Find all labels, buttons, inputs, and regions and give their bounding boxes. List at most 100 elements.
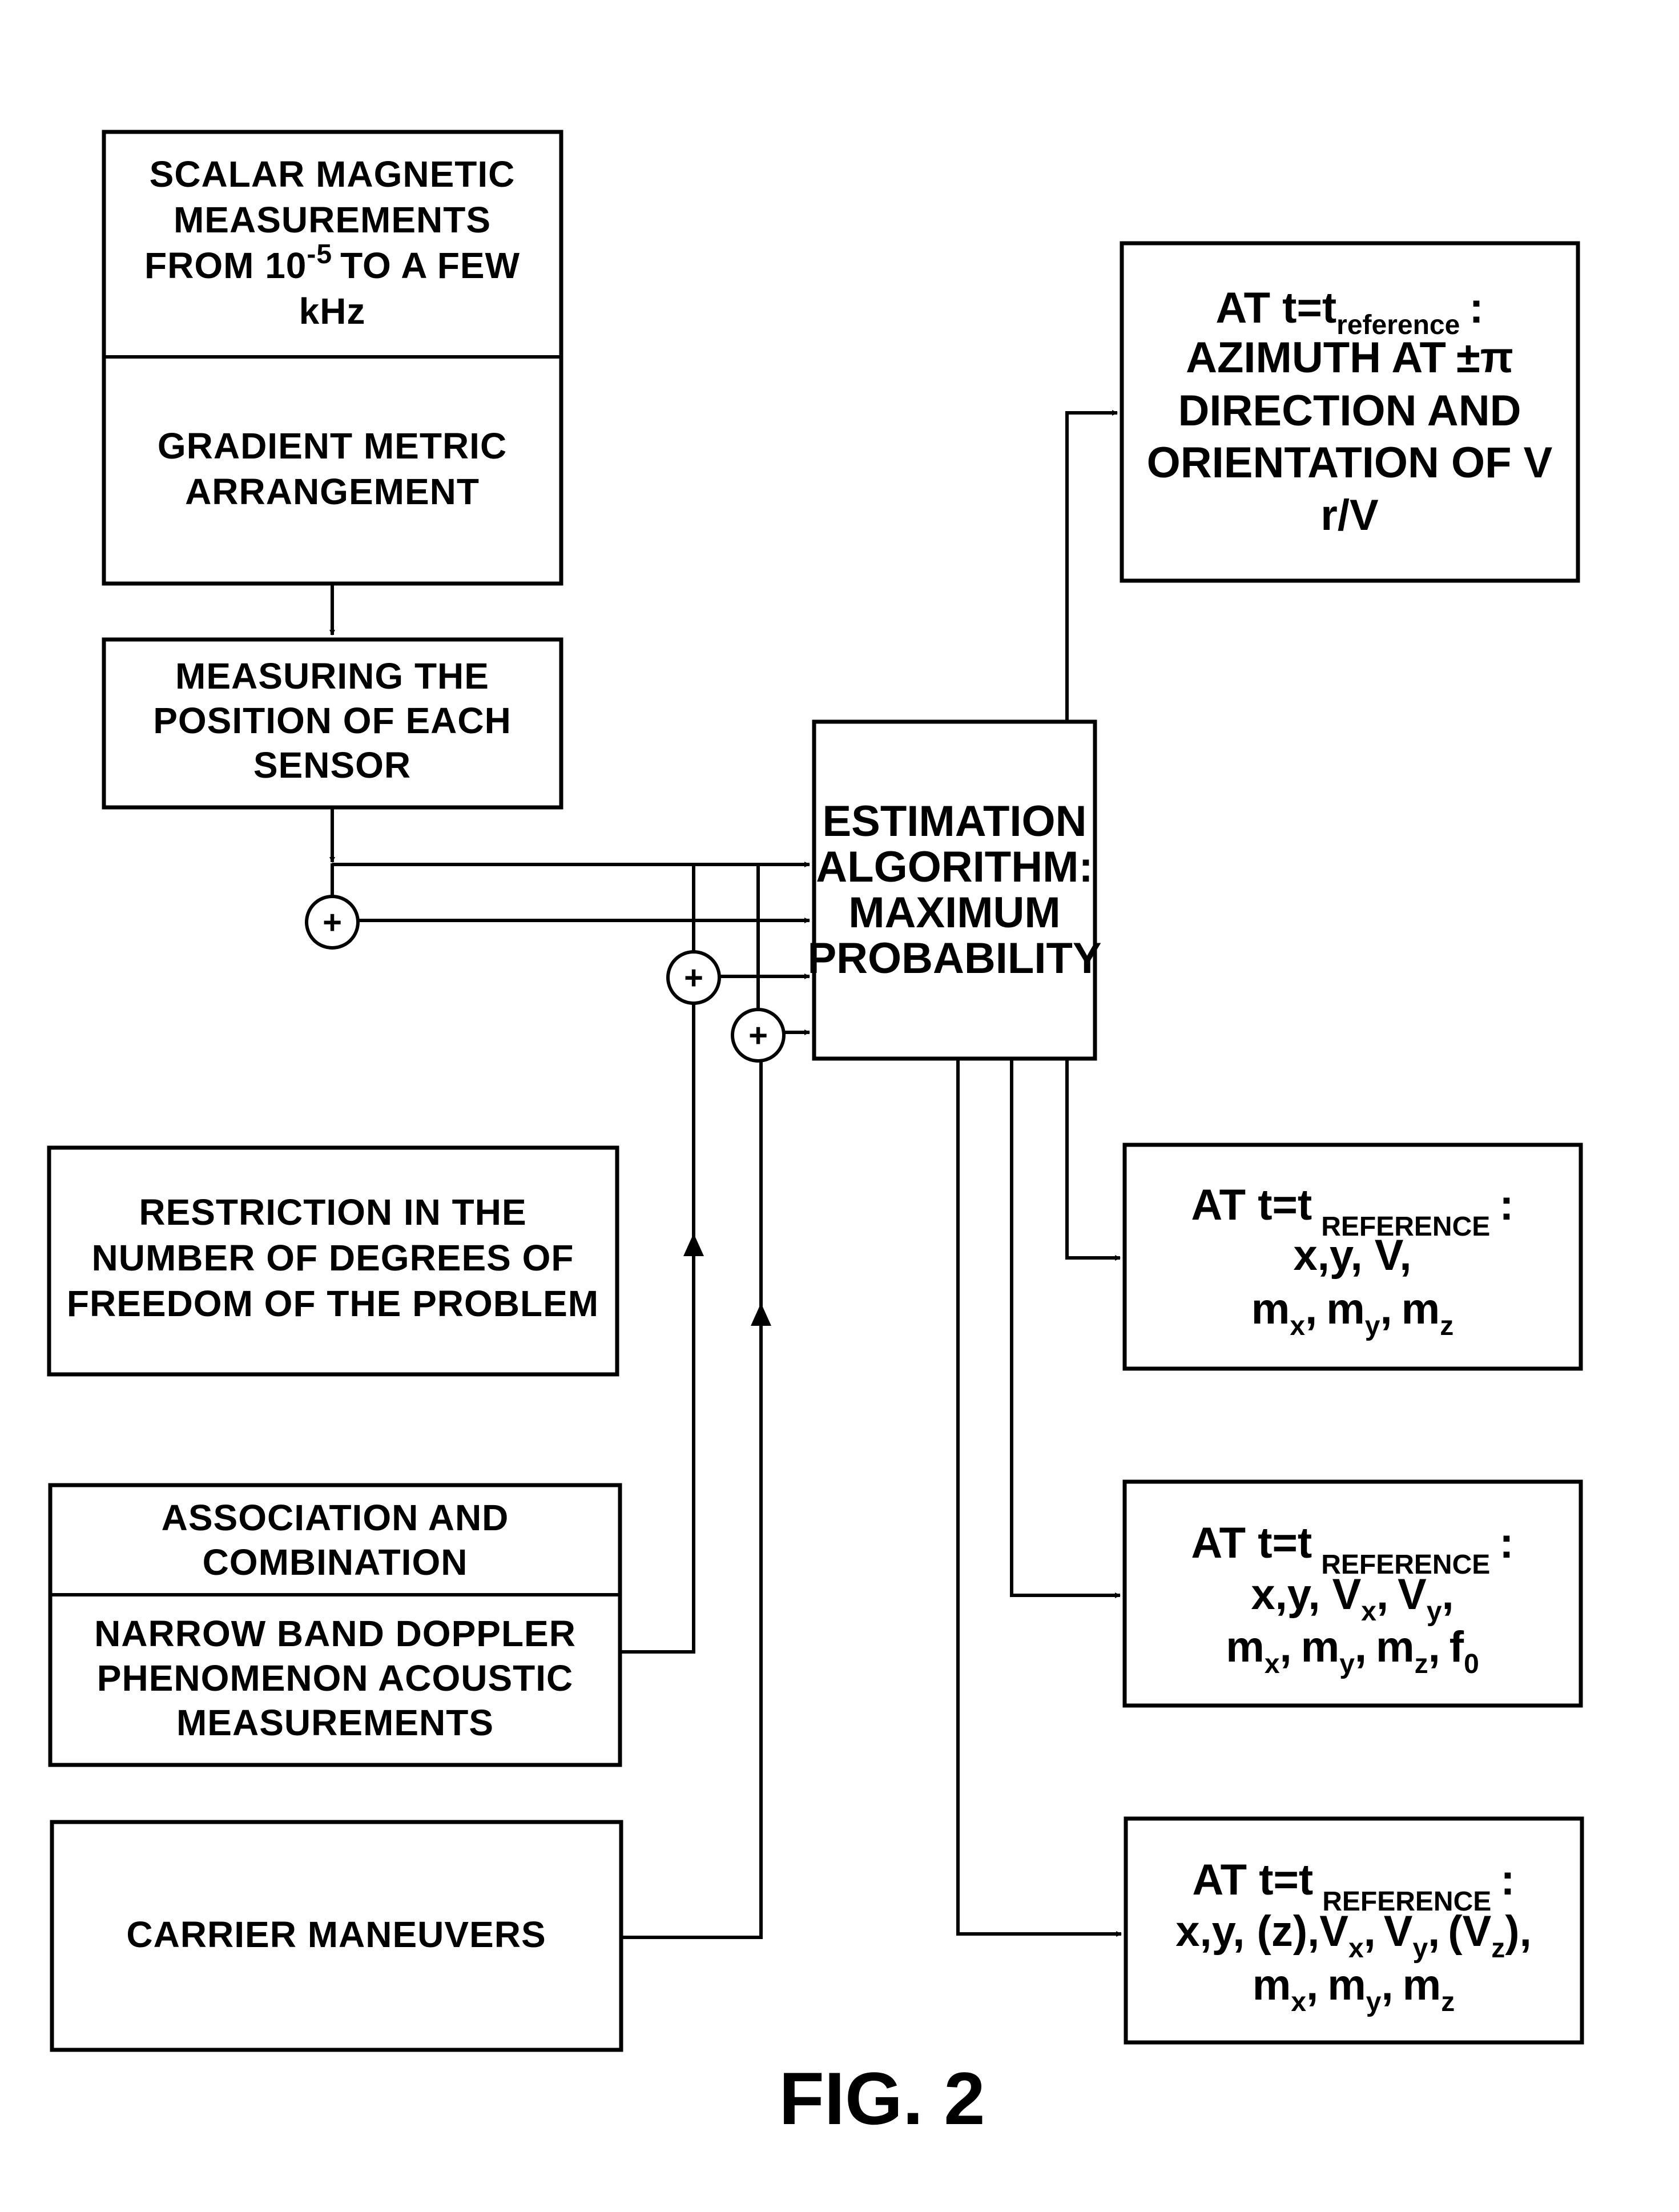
vx-base: x,y, V <box>1251 1570 1361 1619</box>
sep: , <box>1381 1961 1393 2009</box>
azimuth-line-3: DIRECTION AND <box>1178 387 1521 435</box>
sep: , <box>1428 1907 1440 1956</box>
m-y-base: m <box>1326 1285 1365 1333</box>
scalar-line-1: SCALAR MAGNETIC <box>150 154 516 195</box>
arrow-estimator-to-azimuth <box>1065 410 1118 722</box>
plus-minus-icon: ± <box>1456 333 1480 382</box>
m-x-sub: x <box>1291 1987 1306 2017</box>
out1-prefix: AT t=t <box>1191 1181 1312 1229</box>
line-carrier-to-combiner-3 <box>621 1061 763 1939</box>
out3-line-3: mx, my, mz <box>1253 1961 1455 2017</box>
measuring-line-1: MEASURING THE <box>175 655 489 697</box>
estimator-line-4: PROBABILITY <box>807 934 1101 983</box>
out2-colon: : <box>1499 1519 1513 1567</box>
m-x-sub: x <box>1290 1311 1305 1341</box>
scalar-line-2: MEASUREMENTS <box>174 199 491 240</box>
sep: , <box>1376 1570 1388 1619</box>
m-x-sub: x <box>1265 1649 1280 1679</box>
vz-base: (V <box>1448 1907 1491 1956</box>
m-x-base: m <box>1253 1961 1291 2009</box>
azimuth-line-4: ORIENTATION OF V <box>1147 439 1553 487</box>
azimuth-prefix: AT t=t <box>1215 284 1336 332</box>
output-2-block: AT t=t REFERENCE: x,y, Vx, Vy, mx, my, mz, f0 <box>1122 1479 1583 1708</box>
sep: , <box>1306 1961 1318 2009</box>
f0-sub: 0 <box>1464 1649 1479 1679</box>
scalar-to: TO A FEW <box>340 245 520 286</box>
block-diagram: SCALAR MAGNETIC MEASUREMENTS FROM 10-5 TO… <box>47 130 1584 2140</box>
out2-prefix: AT t=t <box>1191 1519 1312 1567</box>
azimuth-line-5: r/V <box>1320 491 1379 540</box>
sep: ), <box>1505 1907 1531 1956</box>
azimuth-at: AZIMUTH AT <box>1186 333 1446 382</box>
estimator-block: ESTIMATION ALGORITHM: MAXIMUM PROBABILIT… <box>807 719 1102 1061</box>
carrier-label: CARRIER MANEUVERS <box>126 1914 546 1955</box>
out1-colon: : <box>1499 1181 1513 1229</box>
out3-colon: : <box>1500 1856 1515 1904</box>
doppler-line-3: MEASUREMENTS <box>176 1702 494 1743</box>
sep: , <box>1428 1623 1440 1671</box>
gradient-line-2: ARRANGEMENT <box>185 471 480 512</box>
vx-base: x,y, (z),V <box>1175 1907 1348 1956</box>
f0-base: f <box>1450 1623 1464 1671</box>
restriction-line-2: NUMBER OF DEGREES OF <box>92 1237 574 1278</box>
association-line-2: COMBINATION <box>203 1542 468 1583</box>
vy-base: V <box>1384 1907 1413 1956</box>
sep: , <box>1380 1285 1392 1333</box>
restriction-line-1: RESTRICTION IN THE <box>139 1192 526 1233</box>
combiner-1: + <box>305 895 360 950</box>
doppler-line-1: NARROW BAND DOPPLER <box>94 1613 576 1654</box>
association-line-1: ASSOCIATION AND <box>162 1497 509 1538</box>
scalar-line-4: kHz <box>299 291 366 332</box>
output-3-block: AT t=t REFERENCE: x,y, (z),Vx, Vy, (Vz), mx… <box>1124 1816 1584 2045</box>
m-z-base: m <box>1403 1961 1442 2009</box>
m-z-base: m <box>1402 1285 1440 1333</box>
m-y-sub: y <box>1339 1649 1355 1679</box>
scalar-exponent: -5 <box>307 239 332 270</box>
sep: , <box>1355 1623 1367 1671</box>
figure-caption: FIG. 2 <box>779 2057 985 2140</box>
pi-symbol: π <box>1480 333 1513 382</box>
m-y-base: m <box>1301 1623 1340 1671</box>
plus-icon: + <box>323 904 342 941</box>
sep: , <box>1305 1285 1317 1333</box>
output-1-block: AT t=t REFERENCE: x,y, V, mx, my, mz <box>1122 1143 1583 1371</box>
azimuth-colon: : <box>1469 284 1483 332</box>
m-x-base: m <box>1251 1285 1290 1333</box>
m-x-base: m <box>1226 1623 1265 1671</box>
doppler-line-2: PHENOMENON ACOUSTIC <box>97 1658 573 1699</box>
out1-line-3: mx, my, mz <box>1251 1285 1453 1341</box>
combiner-2: + <box>666 950 721 1005</box>
arrow-estimator-to-output-1 <box>1065 1059 1121 1261</box>
m-z-base: m <box>1376 1623 1415 1671</box>
arrow-up-icon <box>683 1233 704 1256</box>
m-z-sub: z <box>1441 1987 1455 2017</box>
vy-sub: y <box>1412 1933 1428 1964</box>
restriction-block: RESTRICTION IN THE NUMBER OF DEGREES OF … <box>47 1145 619 1377</box>
scalar-from: FROM 10 <box>144 245 307 286</box>
vy-base: V <box>1398 1570 1427 1619</box>
plus-icon: + <box>684 959 703 996</box>
m-y-sub: y <box>1365 1311 1380 1341</box>
plus-icon: + <box>748 1017 768 1054</box>
m-z-sub: z <box>1440 1311 1453 1341</box>
sep: , <box>1280 1623 1292 1671</box>
restriction-line-3: FREEDOM OF THE PROBLEM <box>67 1283 599 1324</box>
m-z-sub: z <box>1415 1649 1428 1679</box>
arrow-up-icon <box>751 1303 771 1326</box>
azimuth-output-block: AT t=treference: AZIMUTH AT ±π DIRECTION … <box>1120 241 1580 583</box>
m-y-base: m <box>1327 1961 1366 2009</box>
out1-line-2: x,y, V, <box>1293 1231 1411 1280</box>
carrier-block: CARRIER MANEUVERS <box>50 1820 623 2052</box>
scalar-magnetic-block: SCALAR MAGNETIC MEASUREMENTS FROM 10-5 TO… <box>102 130 563 586</box>
out3-prefix: AT t=t <box>1192 1856 1313 1904</box>
estimator-line-3: MAXIMUM <box>848 888 1061 937</box>
measuring-line-2: POSITION OF EACH <box>153 700 512 741</box>
line-doppler-to-combiner-2 <box>620 1003 695 1654</box>
sep: , <box>1442 1570 1454 1619</box>
gradient-line-1: GRADIENT METRIC <box>158 425 507 466</box>
vz-sub: z <box>1491 1933 1505 1964</box>
combiner-3: + <box>731 1008 786 1063</box>
vx-sub: x <box>1348 1933 1364 1964</box>
sep: , <box>1364 1907 1376 1956</box>
association-doppler-block: ASSOCIATION AND COMBINATION NARROW BAND … <box>48 1483 622 1767</box>
